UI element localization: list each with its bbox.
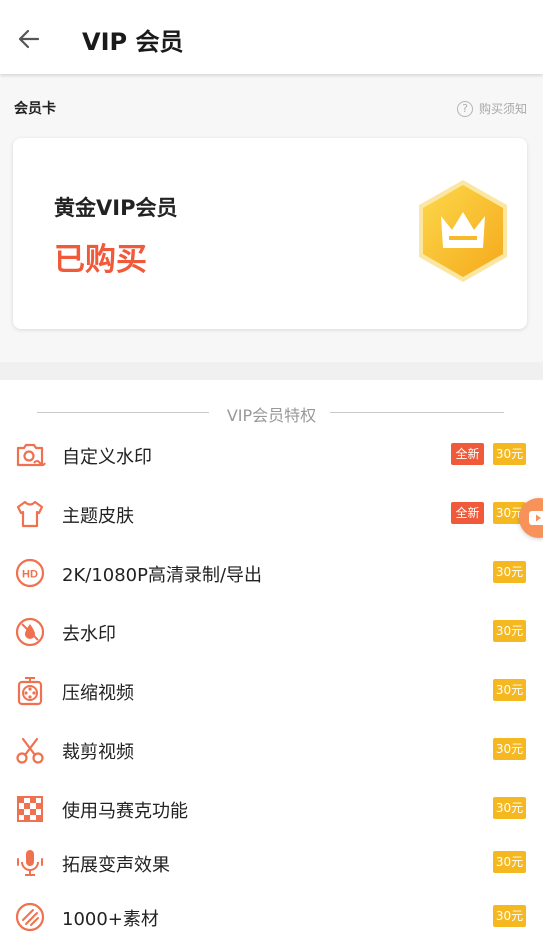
material-pack-icon — [15, 902, 45, 932]
camera-watermark-icon — [16, 443, 46, 467]
new-badge: 全新 — [451, 502, 484, 524]
crown-hexagon-icon — [413, 176, 513, 286]
benefit-item-custom-watermark[interactable]: 自定义水印 全新 30元 — [0, 433, 543, 477]
mosaic-icon — [17, 796, 43, 822]
price-badge: 30元 — [493, 851, 526, 873]
member-card-section: 会员卡 ? 购买须知 黄金VIP会员 已购买 — [0, 74, 543, 362]
benefit-label: 去水印 — [62, 624, 116, 645]
benefit-label: 使用马赛克功能 — [62, 801, 188, 822]
vip-benefits: VIP会员特权 自定义水印 全新 30元 主题皮肤 全新 30元 HD 2K/1… — [0, 380, 543, 951]
benefit-item-theme-skin[interactable]: 主题皮肤 全新 30元 — [0, 492, 543, 536]
scissors-icon — [16, 737, 44, 764]
page-title: VIP 会员 — [82, 28, 184, 56]
tshirt-icon — [16, 500, 44, 528]
benefit-item-voice-effects[interactable]: 拓展变声效果 30元 — [0, 841, 543, 885]
svg-text:HD: HD — [22, 569, 38, 581]
arrow-left-icon — [18, 29, 40, 49]
benefit-label: 裁剪视频 — [62, 742, 134, 763]
drop-slash-icon — [15, 617, 45, 647]
benefit-item-compress-video[interactable]: 压缩视频 30元 — [0, 669, 543, 713]
benefit-label: 拓展变声效果 — [62, 855, 170, 876]
price-badge: 30元 — [493, 905, 526, 927]
price-badge: 30元 — [493, 620, 526, 642]
top-bar: VIP 会员 — [0, 0, 543, 74]
benefit-label: 自定义水印 — [62, 447, 152, 468]
section-divider — [0, 362, 543, 380]
section-title-member-card: 会员卡 — [14, 101, 56, 117]
benefit-item-hd-recording[interactable]: HD 2K/1080P高清录制/导出 30元 — [0, 551, 543, 595]
back-button[interactable] — [14, 24, 44, 54]
price-badge: 30元 — [493, 797, 526, 819]
microphone-icon — [17, 850, 43, 876]
benefit-item-materials[interactable]: 1000+素材 30元 — [0, 895, 543, 939]
hd-icon: HD — [15, 558, 45, 588]
benefit-label: 2K/1080P高清录制/导出 — [62, 565, 263, 586]
question-circle-icon: ? — [456, 100, 473, 117]
benefit-label: 压缩视频 — [62, 683, 134, 704]
purchase-notice-label: 购买须知 — [478, 102, 527, 116]
benefit-item-remove-watermark[interactable]: 去水印 30元 — [0, 610, 543, 654]
benefit-label: 1000+素材 — [62, 909, 159, 930]
member-card[interactable]: 黄金VIP会员 已购买 — [13, 138, 527, 329]
member-card-status: 已购买 — [54, 242, 147, 278]
video-play-icon — [529, 511, 543, 525]
price-badge: 30元 — [493, 443, 526, 465]
film-reel-compress-icon — [17, 677, 43, 706]
benefits-header-line-right — [330, 412, 504, 413]
purchase-notice-link[interactable]: ? 购买须知 — [456, 100, 527, 117]
benefit-item-crop-video[interactable]: 裁剪视频 30元 — [0, 728, 543, 772]
price-badge: 30元 — [493, 679, 526, 701]
new-badge: 全新 — [451, 443, 484, 465]
benefits-title: VIP会员特权 — [226, 406, 317, 425]
benefits-header: VIP会员特权 — [0, 402, 543, 425]
price-badge: 30元 — [493, 738, 526, 760]
member-card-name: 黄金VIP会员 — [54, 196, 178, 220]
price-badge: 30元 — [493, 561, 526, 583]
benefit-item-mosaic[interactable]: 使用马赛克功能 30元 — [0, 787, 543, 831]
benefit-label: 主题皮肤 — [62, 506, 134, 527]
